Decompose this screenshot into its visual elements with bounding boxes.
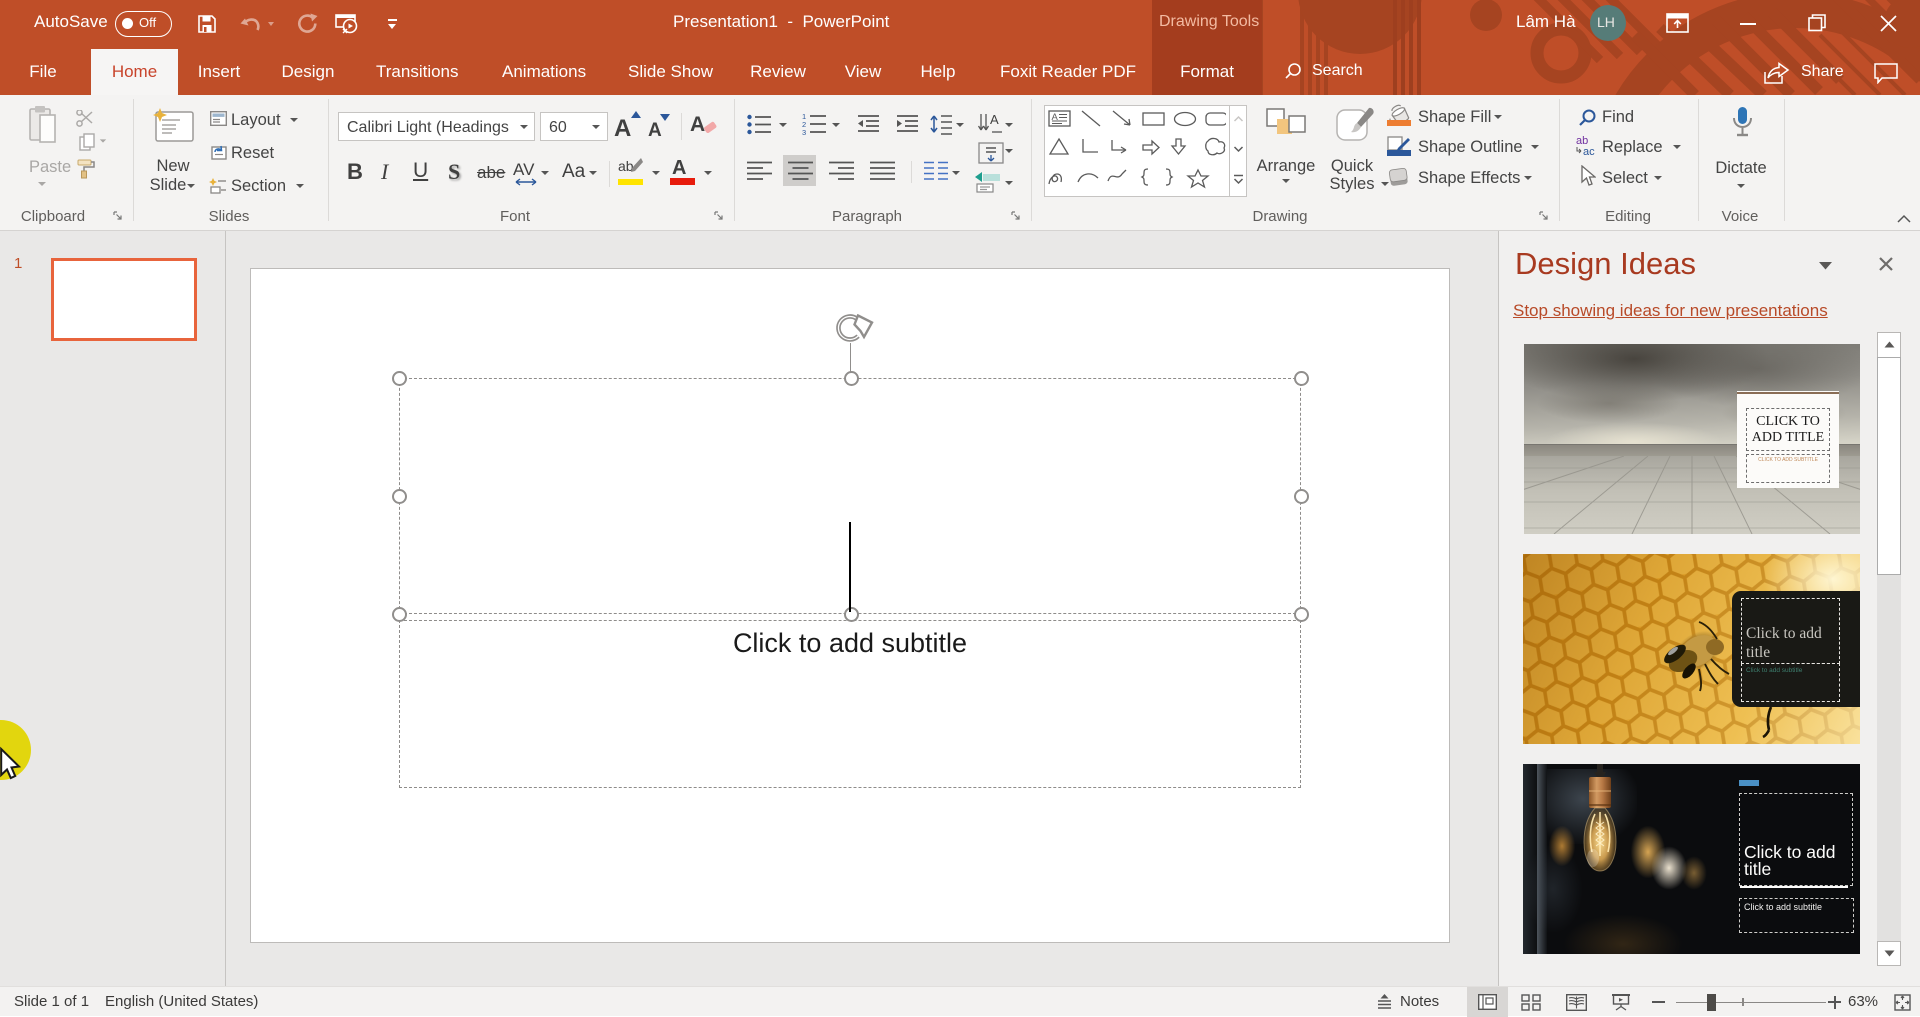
- svg-text:ac: ac: [1583, 146, 1595, 157]
- svg-text:3: 3: [802, 128, 806, 136]
- svg-text:A: A: [990, 112, 999, 127]
